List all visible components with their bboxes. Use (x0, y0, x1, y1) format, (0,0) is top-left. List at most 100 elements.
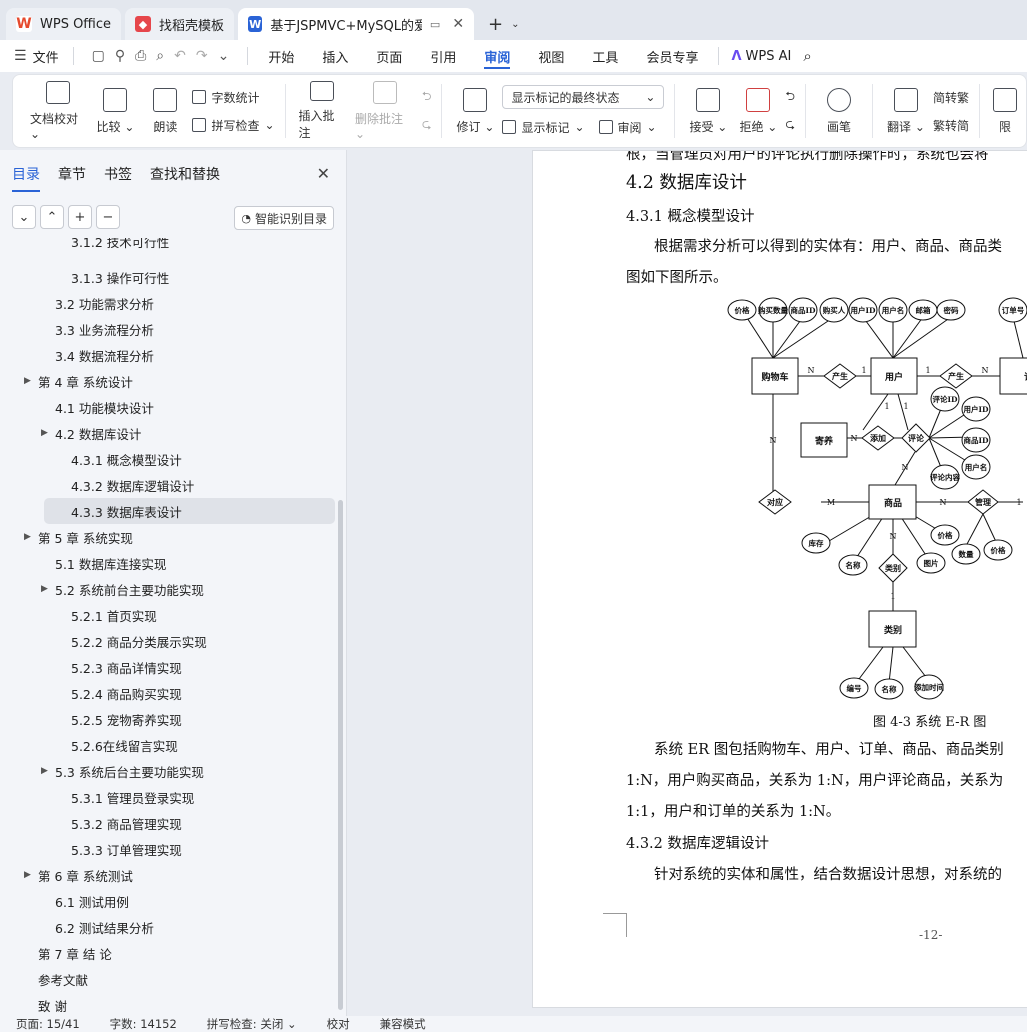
review-pane-button[interactable]: 审阅 ⌄ (598, 117, 657, 137)
add-heading-icon[interactable]: + (68, 205, 92, 229)
toc-item[interactable]: 5.3.3 订单管理实现 (0, 836, 340, 862)
expand-icon[interactable]: ⌃ (40, 205, 64, 229)
tab-toc[interactable]: 目录 (12, 158, 40, 192)
word-count-button[interactable]: 字数统计 (192, 87, 274, 107)
toc-item[interactable]: 6.1 测试用例 (0, 888, 340, 914)
menu-home[interactable]: 开始 (254, 40, 308, 72)
toc-item[interactable]: 5.2.2 商品分类展示实现 (0, 628, 340, 654)
toc-item[interactable]: 5.3.1 管理员登录实现 (0, 784, 340, 810)
toc-item[interactable]: 4.1 功能模块设计 (0, 394, 340, 420)
pen-button[interactable]: 画笔 (816, 81, 862, 141)
revise-button[interactable]: 修订 ⌄ (452, 81, 498, 141)
read-aloud-button[interactable]: 朗读 (142, 81, 188, 141)
toc-item[interactable]: 致 谢 (0, 992, 340, 1016)
menu-page[interactable]: 页面 (362, 40, 416, 72)
menu-member[interactable]: 会员专享 (632, 40, 712, 72)
pin-icon[interactable]: ⚲ (115, 48, 125, 64)
toc-item[interactable]: ▶ 5.2 系统前台主要功能实现 (0, 576, 340, 602)
status-spell[interactable]: 拼写检查: 关闭 ⌄ (207, 1016, 297, 1032)
toc-item[interactable]: 4.3.1 概念模型设计 (0, 446, 340, 472)
menu-file[interactable]: 文件 (33, 47, 59, 66)
undo-icon[interactable]: ↶ (174, 48, 186, 64)
expand-arrow-icon[interactable]: ▶ (41, 766, 48, 776)
document-page[interactable]: 根，当管理员对用户的评论执行删除操作时，系统也会将 4.2 数据库设计 4.3.… (532, 150, 1027, 1008)
toc-item[interactable]: 参考文献 (0, 966, 340, 992)
tab-wps-office[interactable]: W WPS Office (6, 8, 122, 40)
toc-item[interactable]: 5.2.5 宠物寄养实现 (0, 706, 340, 732)
tab-bookmarks[interactable]: 书签 (104, 158, 132, 190)
show-markup-button[interactable]: 显示标记 ⌄ (502, 117, 585, 137)
tab-chapters[interactable]: 章节 (58, 158, 86, 190)
toc-item[interactable]: 5.1 数据库连接实现 (0, 550, 340, 576)
toc-item[interactable]: 3.2 功能需求分析 (0, 290, 340, 316)
expand-arrow-icon[interactable]: ▶ (41, 584, 48, 594)
menu-view[interactable]: 视图 (524, 40, 578, 72)
collapse-icon[interactable]: ⌄ (12, 205, 36, 229)
to-traditional-button[interactable]: 简转繁 (933, 87, 969, 107)
toc-item[interactable]: 6.2 测试结果分析 (0, 914, 340, 940)
restrict-edit-button[interactable]: 限 (990, 81, 1020, 141)
expand-arrow-icon[interactable]: ▶ (24, 870, 31, 880)
toc-item[interactable]: ▶ 5.3 系统后台主要功能实现 (0, 758, 340, 784)
next-change-icon[interactable]: ⮎ (785, 115, 795, 135)
doc-check-button[interactable]: 文档校对 ⌄ (27, 81, 88, 141)
close-icon[interactable]: ✕ (317, 164, 330, 183)
save-icon[interactable]: ▢ (92, 48, 105, 64)
toc-item[interactable]: ▶ 第 4 章 系统设计 (0, 368, 340, 394)
toc-item[interactable]: 3.1.3 操作可行性 (0, 264, 340, 290)
toc-item[interactable]: 3.4 数据流程分析 (0, 342, 340, 368)
wps-ai-button[interactable]: WPS AI (746, 49, 792, 64)
print-preview-icon[interactable]: ⌕ (156, 48, 164, 64)
prev-comment-icon[interactable]: ⮌ (422, 87, 432, 107)
hamburger-icon[interactable]: ☰ (14, 48, 27, 64)
tab-docer[interactable]: ◆ 找稻壳模板 (125, 8, 235, 40)
toc-item[interactable]: 3.3 业务流程分析 (0, 316, 340, 342)
markup-state-select[interactable]: 显示标记的最终状态 ⌄ (502, 85, 665, 109)
chevron-down-icon[interactable]: ⌄ (511, 19, 519, 30)
to-simplified-button[interactable]: 繁转简 (933, 115, 969, 135)
toc-item[interactable]: 3.1.2 技术可行性 (0, 238, 340, 264)
accept-button[interactable]: 接受 ⌄ (685, 81, 731, 141)
new-tab-icon[interactable]: + (488, 14, 503, 35)
prev-change-icon[interactable]: ⮌ (785, 87, 795, 107)
toc-item[interactable]: ▶ 第 6 章 系统测试 (0, 862, 340, 888)
toc-item[interactable]: 5.3.2 商品管理实现 (0, 810, 340, 836)
toc-item[interactable]: 5.2.3 商品详情实现 (0, 654, 340, 680)
toc-item[interactable]: 5.2.4 商品购买实现 (0, 680, 340, 706)
status-proof[interactable]: 校对 (327, 1016, 350, 1032)
tab-current-document[interactable]: W 基于JSPMVC+MySQL的爱宠 ▭ ✕ (238, 8, 475, 40)
toc-item[interactable]: 4.3.3 数据库表设计 (44, 498, 335, 524)
toc-item[interactable]: 5.2.6在线留言实现 (0, 732, 340, 758)
toc-item[interactable]: ▶ 第 5 章 系统实现 (0, 524, 340, 550)
menu-reference[interactable]: 引用 (416, 40, 470, 72)
status-words[interactable]: 字数: 14152 (110, 1016, 177, 1032)
menu-tools[interactable]: 工具 (578, 40, 632, 72)
toc-item[interactable]: 5.2.1 首页实现 (0, 602, 340, 628)
close-tab-icon[interactable]: ✕ (452, 16, 464, 32)
expand-arrow-icon[interactable]: ▶ (41, 428, 48, 438)
expand-arrow-icon[interactable]: ▶ (24, 532, 31, 542)
toc-item-label: 6.2 测试结果分析 (55, 920, 154, 936)
expand-arrow-icon[interactable]: ▶ (24, 376, 31, 386)
insert-comment-button[interactable]: 插入批注 (295, 81, 347, 141)
compare-button[interactable]: 比较 ⌄ (92, 81, 138, 141)
status-page[interactable]: 页面: 15/41 (16, 1016, 80, 1032)
redo-icon[interactable]: ↷ (196, 48, 208, 64)
spell-check-button[interactable]: 拼写检查 ⌄ (192, 115, 275, 135)
search-icon[interactable]: ⌕ (803, 47, 811, 65)
toc-scrollbar[interactable] (338, 500, 343, 1010)
reject-button[interactable]: 拒绝 ⌄ (735, 81, 781, 141)
toc-item[interactable]: 4.3.2 数据库逻辑设计 (0, 472, 340, 498)
tab-find-replace[interactable]: 查找和替换 (150, 158, 220, 190)
menu-review[interactable]: 审阅 (470, 40, 524, 72)
toc-item[interactable]: ▶ 4.2 数据库设计 (0, 420, 340, 446)
smart-toc-button[interactable]: ◔ 智能识别目录 (234, 206, 334, 230)
delete-comment-button[interactable]: 删除批注 ⌄ (352, 81, 418, 141)
toc-item[interactable]: 第 7 章 结 论 (0, 940, 340, 966)
translate-button[interactable]: 翻译 ⌄ (883, 81, 929, 141)
print-icon[interactable]: ⎙ (135, 48, 146, 64)
menu-insert[interactable]: 插入 (308, 40, 362, 72)
remove-heading-icon[interactable]: − (96, 205, 120, 229)
more-chevron-icon[interactable]: ⌄ (218, 48, 230, 64)
next-comment-icon[interactable]: ⮎ (422, 115, 432, 135)
